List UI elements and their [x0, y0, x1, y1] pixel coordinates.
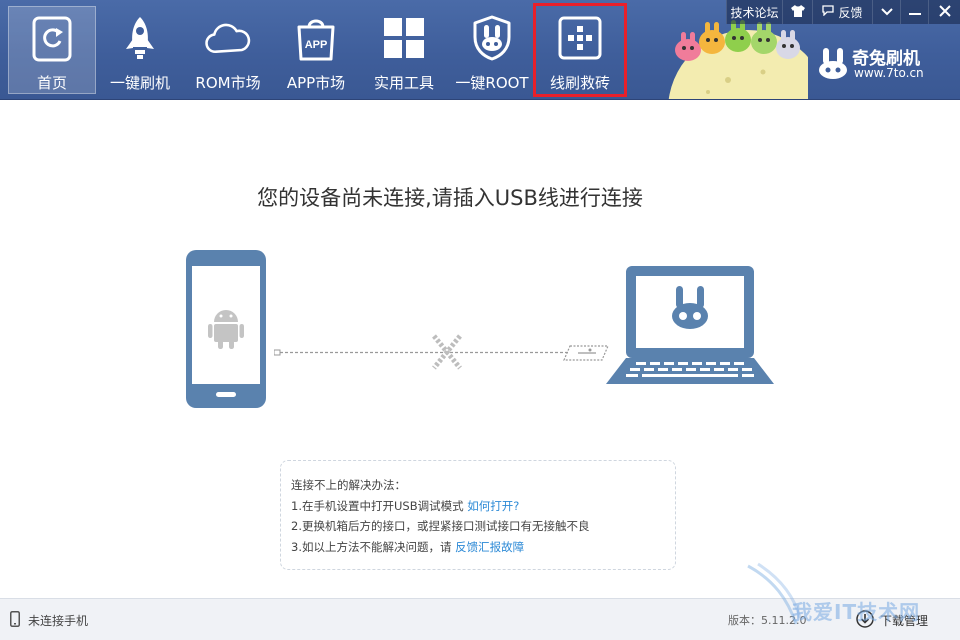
download-manager-button[interactable]: 下载管理 [856, 610, 928, 631]
phone-illustration [186, 250, 268, 414]
laptop-illustration [606, 266, 776, 392]
nav-label: ROM市场 [195, 74, 261, 92]
nav-app-market[interactable]: APP APP市场 [272, 6, 360, 94]
forum-link[interactable]: 技术论坛 [726, 0, 782, 24]
usb-plug-icon [563, 345, 609, 361]
report-issue-link[interactable]: 反馈汇报故障 [455, 540, 524, 554]
header: 首页 一键刷机 ROM市场 APP APP市场 实用工具 一键ROOT 线刷救砖… [0, 0, 960, 100]
nav-one-click-flash[interactable]: 一键刷机 [96, 6, 184, 94]
tips-line-3: 3.如以上方法不能解决问题，请 反馈汇报故障 [291, 537, 675, 558]
device-status-label: 未连接手机 [28, 614, 89, 628]
tips-line-1: 1.在手机设置中打开USB调试模式 如何打开? [291, 496, 675, 517]
nav-label: 首页 [36, 74, 67, 92]
app-icon-text: APP [305, 39, 328, 51]
brand-url: www.7to.cn [854, 66, 924, 80]
minimize-button[interactable] [900, 0, 928, 24]
nav-label: APP市场 [286, 74, 346, 92]
close-button[interactable] [928, 0, 960, 24]
nav-label: 一键刷机 [109, 74, 170, 92]
download-manager-label: 下载管理 [880, 614, 929, 628]
usb-cable-illustration [273, 332, 614, 376]
grid-icon [380, 14, 428, 62]
download-icon [856, 610, 874, 631]
nav-home[interactable]: 首页 [8, 6, 96, 94]
main-nav: 首页 一键刷机 ROM市场 APP APP市场 实用工具 一键ROOT 线刷救砖 [8, 3, 627, 97]
tips-line-2: 2.更换机箱后方的接口，或捏紧接口测试接口有无接触不良 [291, 519, 590, 533]
rabbit-shield-icon [468, 14, 516, 62]
tips-line-1-text: 1.在手机设置中打开USB调试模式 [291, 498, 468, 513]
chevron-down-icon [880, 5, 893, 19]
version-label: 版本：5.11.2.0 [728, 614, 807, 627]
tips-title: 连接不上的解决办法： [291, 478, 406, 492]
nav-label: 一键ROOT [455, 74, 529, 92]
menu-button[interactable] [872, 0, 900, 24]
nav-tools[interactable]: 实用工具 [360, 6, 448, 94]
tshirt-icon [790, 4, 806, 21]
chat-bubble-icon [822, 5, 835, 19]
nav-unbrick[interactable]: 线刷救砖 [533, 3, 627, 97]
main-content: 您的设备尚未连接,请插入USB线进行连接 连接不上的解决办法： 1.在手机设置中… [0, 100, 960, 598]
troubleshooting-tips: 连接不上的解决办法： 1.在手机设置中打开USB调试模式 如何打开? 2.更换机… [280, 460, 676, 570]
nav-label: 实用工具 [373, 74, 434, 92]
connect-prompt: 您的设备尚未连接,请插入USB线进行连接 [257, 186, 643, 210]
home-refresh-icon [28, 15, 76, 62]
cloud-icon [204, 14, 252, 62]
window-toolbar: 技术论坛 反馈 [726, 0, 960, 24]
skin-button[interactable] [782, 0, 812, 24]
rocket-icon [116, 14, 164, 62]
close-icon [938, 4, 951, 20]
cross-plus-icon [556, 14, 604, 62]
feedback-label: 反馈 [838, 5, 863, 20]
minimize-icon [908, 5, 921, 19]
phone-icon [10, 611, 20, 630]
nav-one-click-root[interactable]: 一键ROOT [448, 6, 536, 94]
app-bag-icon: APP [292, 14, 340, 62]
rabbit-logo-icon [818, 48, 848, 84]
nav-rom-market[interactable]: ROM市场 [184, 6, 272, 94]
feedback-button[interactable]: 反馈 [812, 0, 872, 24]
device-status: 未连接手机 [10, 611, 88, 630]
nav-label: 线刷救砖 [549, 74, 610, 92]
status-bar: 未连接手机 版本：5.11.2.0 下载管理 [0, 598, 960, 640]
tips-line-3-text: 3.如以上方法不能解决问题，请 [291, 539, 456, 554]
how-to-enable-link[interactable]: 如何打开? [467, 499, 519, 513]
